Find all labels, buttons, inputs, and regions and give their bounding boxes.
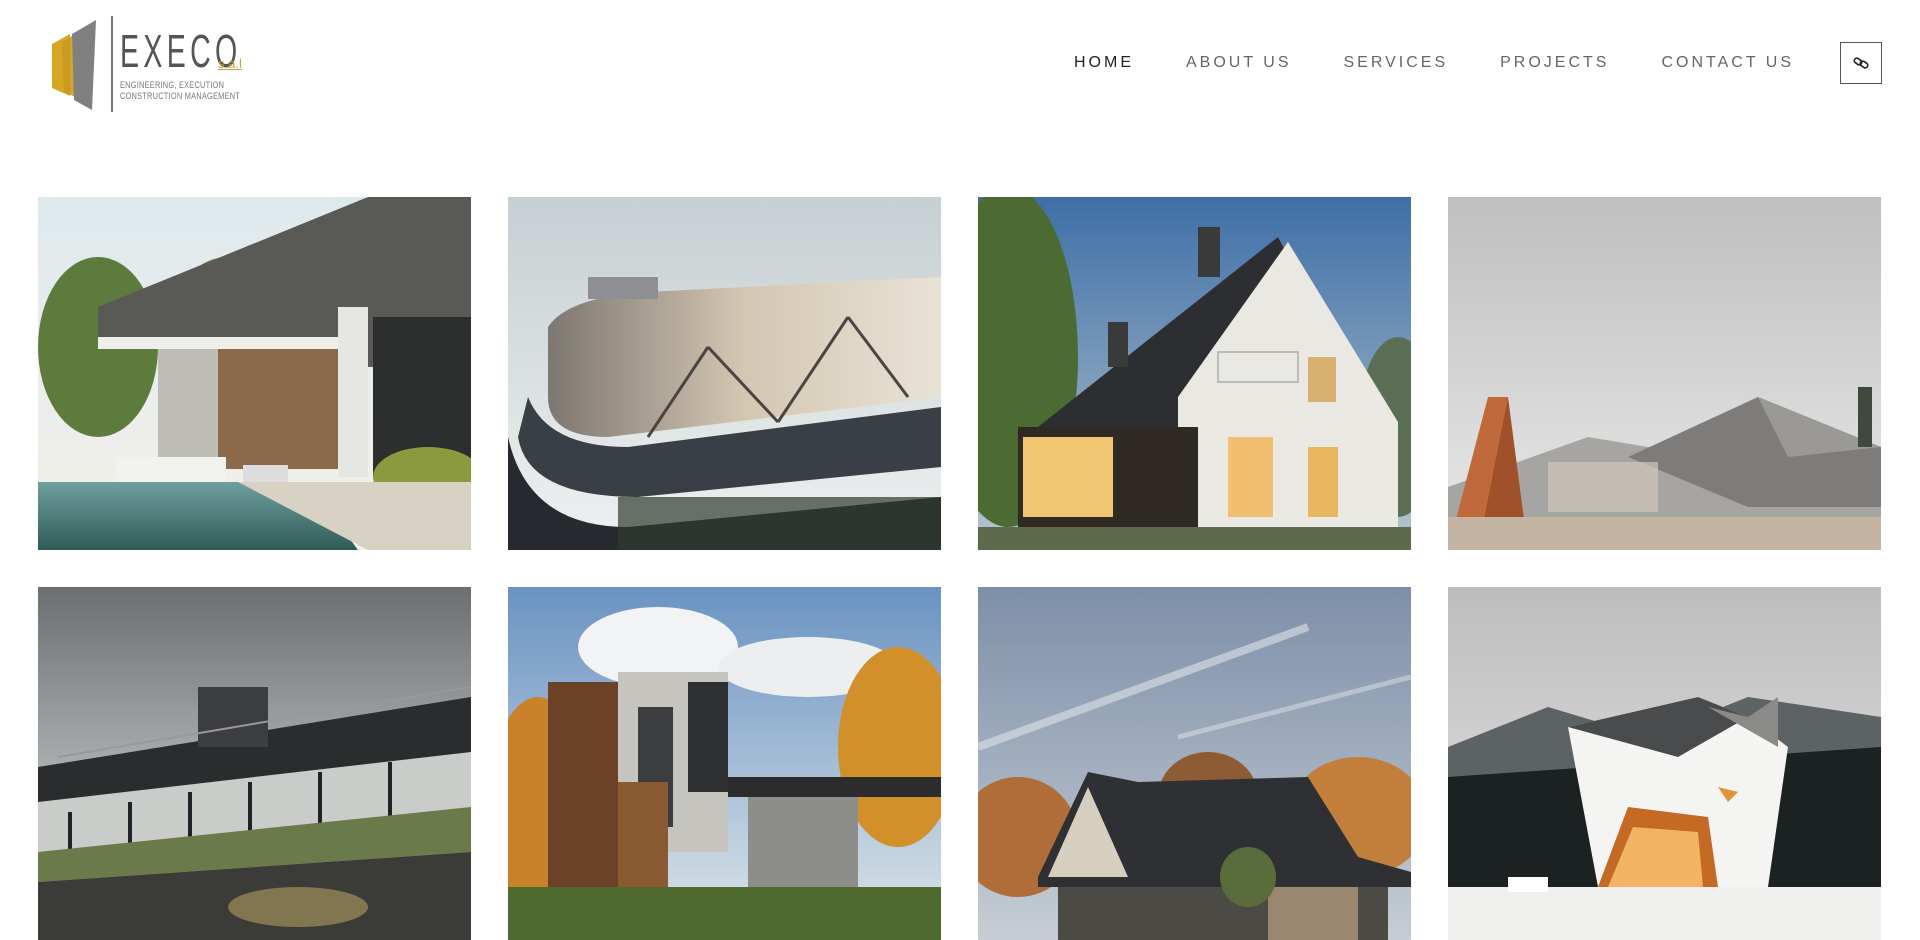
project-tile-dark-roof-house[interactable]	[978, 587, 1411, 940]
execo-logo[interactable]: EXECO s.a.l ENGINEERING, EXECUTION CONST…	[48, 14, 248, 114]
project-tile-futuristic-curved-building[interactable]	[508, 197, 941, 550]
nav-contact-us[interactable]: CONTACT US	[1661, 54, 1794, 72]
project-photo	[1448, 587, 1881, 940]
nav-about-us[interactable]: ABOUT US	[1186, 54, 1292, 72]
nav-projects[interactable]: PROJECTS	[1500, 54, 1609, 72]
project-photo	[978, 197, 1411, 550]
project-tile-angular-white-house-mountains[interactable]	[1448, 587, 1881, 940]
link-icon	[1853, 57, 1869, 69]
nav-services[interactable]: SERVICES	[1344, 54, 1449, 72]
project-tile-gabled-white-house[interactable]	[978, 197, 1411, 550]
project-photo	[38, 587, 471, 940]
nav-home[interactable]: HOME	[1074, 54, 1134, 72]
project-photo	[508, 197, 941, 550]
project-photo	[978, 587, 1411, 940]
project-tile-modern-villa-pool[interactable]	[38, 197, 471, 550]
site-header: EXECO s.a.l ENGINEERING, EXECUTION CONST…	[0, 0, 1920, 130]
project-tile-angular-concrete-building[interactable]	[1448, 197, 1881, 550]
project-photo	[508, 587, 941, 940]
brand-tagline-2: CONSTRUCTION MANAGEMENT	[120, 91, 241, 101]
main-nav: HOME ABOUT US SERVICES PROJECTS CONTACT …	[1022, 54, 1794, 72]
brand-tagline-1: ENGINEERING, EXECUTION	[120, 80, 225, 90]
menu-toggle-button[interactable]	[1840, 42, 1882, 84]
project-photo	[1448, 197, 1881, 550]
brand-suffix: s.a.l	[218, 56, 242, 71]
project-photo	[38, 197, 471, 550]
logo-mark-icon	[52, 16, 113, 112]
project-tile-wood-stone-house-autumn[interactable]	[508, 587, 941, 940]
project-tile-horizontal-glass-building[interactable]	[38, 587, 471, 940]
